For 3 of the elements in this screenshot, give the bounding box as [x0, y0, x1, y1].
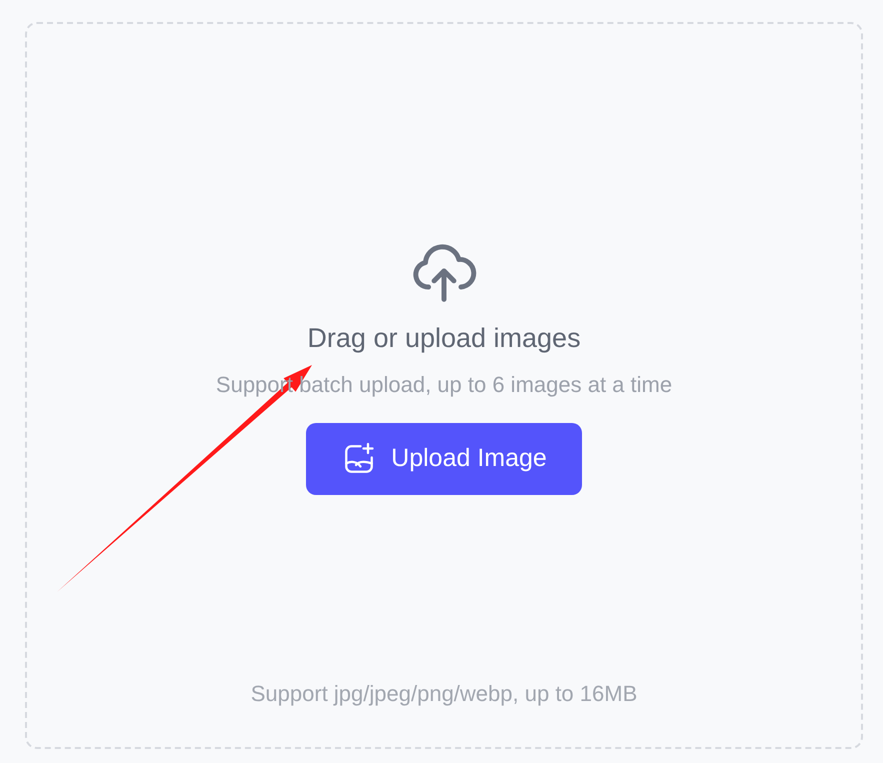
upload-title: Drag or upload images [307, 322, 581, 355]
upload-image-button[interactable]: Upload Image [306, 423, 582, 495]
file-format-note: Support jpg/jpeg/png/webp, up to 16MB [250, 680, 638, 708]
